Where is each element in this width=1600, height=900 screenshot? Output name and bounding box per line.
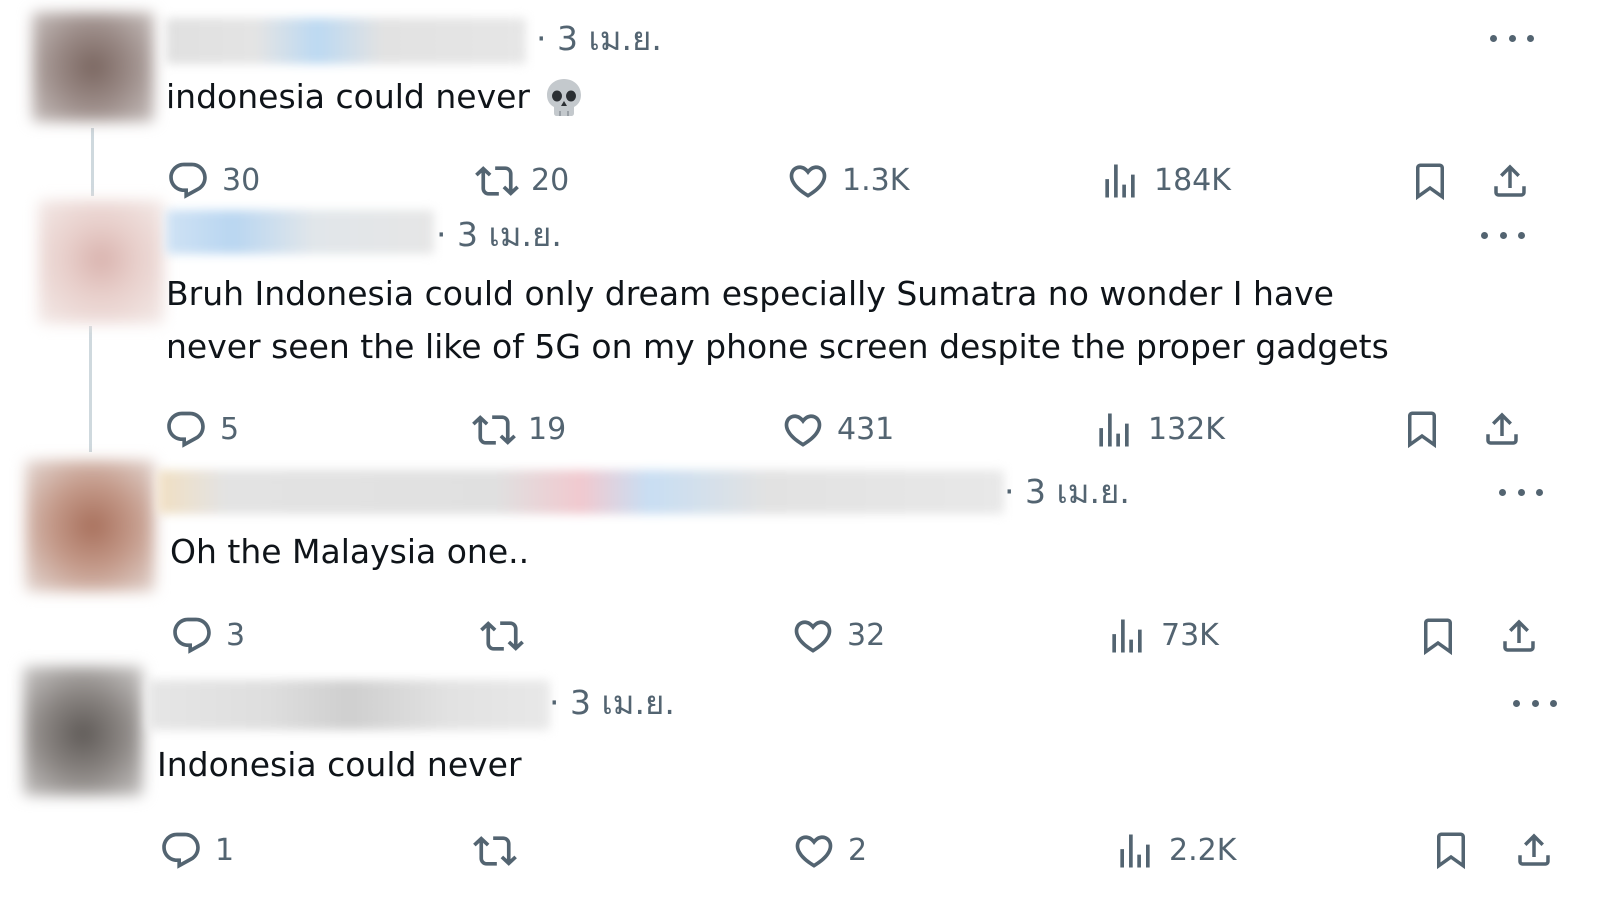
more-options-icon[interactable] [1513, 698, 1557, 708]
tweet-text-content: indonesia could never [166, 77, 530, 116]
heart-icon [791, 614, 835, 658]
timestamp[interactable]: · 3 เม.ย. [549, 686, 675, 719]
views-count: 73K [1161, 618, 1219, 653]
retweet-icon [472, 408, 516, 452]
bookmark-button[interactable] [1409, 160, 1451, 202]
like-button[interactable]: 32 [791, 614, 885, 658]
avatar[interactable] [38, 200, 164, 324]
reply-tweet[interactable]: · 3 เม.ย. Bruh Indonesia could only drea… [0, 200, 1600, 458]
like-count: 2 [848, 833, 868, 868]
author-name-blurred[interactable] [166, 18, 526, 64]
share-icon [1481, 408, 1523, 450]
reply-count: 30 [222, 163, 261, 198]
reply-count: 3 [226, 618, 246, 653]
share-button[interactable] [1481, 408, 1523, 450]
retweet-count: 19 [528, 412, 567, 447]
share-button[interactable] [1489, 160, 1531, 202]
author-name-blurred[interactable] [158, 470, 1004, 514]
reply-button[interactable]: 3 [170, 614, 245, 658]
author-name-blurred[interactable] [166, 210, 434, 254]
author-name-blurred[interactable] [148, 680, 550, 730]
like-button[interactable]: 1.3K [786, 159, 909, 203]
like-button[interactable]: 431 [781, 408, 894, 452]
bookmark-button[interactable] [1417, 615, 1459, 657]
tweet-text: Indonesia could never [157, 745, 522, 784]
views-chart-icon [1092, 408, 1136, 452]
retweet-icon [473, 829, 517, 873]
reply-icon [166, 159, 210, 203]
reply-count: 1 [215, 833, 235, 868]
like-button[interactable]: 2 [792, 829, 867, 873]
tweet-text-line: never seen the like of 5G on my phone sc… [166, 327, 1389, 366]
timestamp[interactable]: · 3 เม.ย. [436, 218, 562, 251]
heart-icon [781, 408, 825, 452]
more-options-icon[interactable] [1490, 33, 1534, 43]
timestamp[interactable]: · 3 เม.ย. [1004, 475, 1130, 508]
reply-icon [159, 829, 203, 873]
timestamp[interactable]: · 3 เม.ย. [536, 22, 662, 55]
retweet-button[interactable] [473, 829, 529, 873]
like-count: 1.3K [842, 163, 910, 198]
views-button[interactable]: 184K [1098, 159, 1231, 203]
retweet-count: 20 [531, 163, 570, 198]
views-button[interactable]: 73K [1105, 614, 1219, 658]
share-icon [1513, 829, 1555, 871]
retweet-button[interactable]: 19 [472, 408, 566, 452]
views-chart-icon [1113, 829, 1157, 873]
tweet-text: indonesia could never [166, 70, 586, 123]
reply-tweet[interactable]: · 3 เม.ย. Indonesia could never 1 2 2.2K [0, 660, 1600, 900]
more-options-icon[interactable] [1499, 487, 1543, 497]
bookmark-icon [1409, 160, 1451, 202]
bookmark-button[interactable] [1401, 408, 1443, 450]
share-icon [1498, 615, 1540, 657]
tweet-text-line: Bruh Indonesia could only dream especial… [166, 274, 1334, 313]
avatar[interactable] [32, 12, 154, 122]
reply-button[interactable]: 1 [159, 829, 234, 873]
share-button[interactable] [1498, 615, 1540, 657]
avatar[interactable] [25, 460, 155, 592]
reply-button[interactable]: 5 [164, 408, 239, 452]
reply-button[interactable]: 30 [166, 159, 260, 203]
more-options-icon[interactable] [1481, 230, 1525, 240]
tweet-text: Oh the Malaysia one.. [170, 532, 530, 571]
heart-icon [786, 159, 830, 203]
retweet-icon [480, 614, 524, 658]
bookmark-icon [1401, 408, 1443, 450]
reply-icon [164, 408, 208, 452]
views-chart-icon [1105, 614, 1149, 658]
retweet-icon [475, 159, 519, 203]
retweet-button[interactable] [480, 614, 536, 658]
reply-icon [170, 614, 214, 658]
like-count: 32 [847, 618, 886, 653]
retweet-button[interactable]: 20 [475, 159, 569, 203]
views-count: 184K [1154, 163, 1231, 198]
views-button[interactable]: 132K [1092, 408, 1225, 452]
views-button[interactable]: 2.2K [1113, 829, 1236, 873]
heart-icon [792, 829, 836, 873]
reply-tweet[interactable]: · 3 เม.ย. indonesia could never 30 20 1.… [0, 0, 1600, 200]
share-icon [1489, 160, 1531, 202]
bookmark-icon [1430, 829, 1472, 871]
views-count: 132K [1148, 412, 1225, 447]
views-count: 2.2K [1169, 833, 1237, 868]
like-count: 431 [837, 412, 895, 447]
share-button[interactable] [1513, 829, 1555, 871]
reply-count: 5 [220, 412, 240, 447]
avatar[interactable] [23, 666, 143, 796]
bookmark-icon [1417, 615, 1459, 657]
views-chart-icon [1098, 159, 1142, 203]
skull-emoji-icon [546, 79, 581, 116]
reply-tweet[interactable]: · 3 เม.ย. Oh the Malaysia one.. 3 32 73K [0, 458, 1600, 660]
bookmark-button[interactable] [1430, 829, 1472, 871]
